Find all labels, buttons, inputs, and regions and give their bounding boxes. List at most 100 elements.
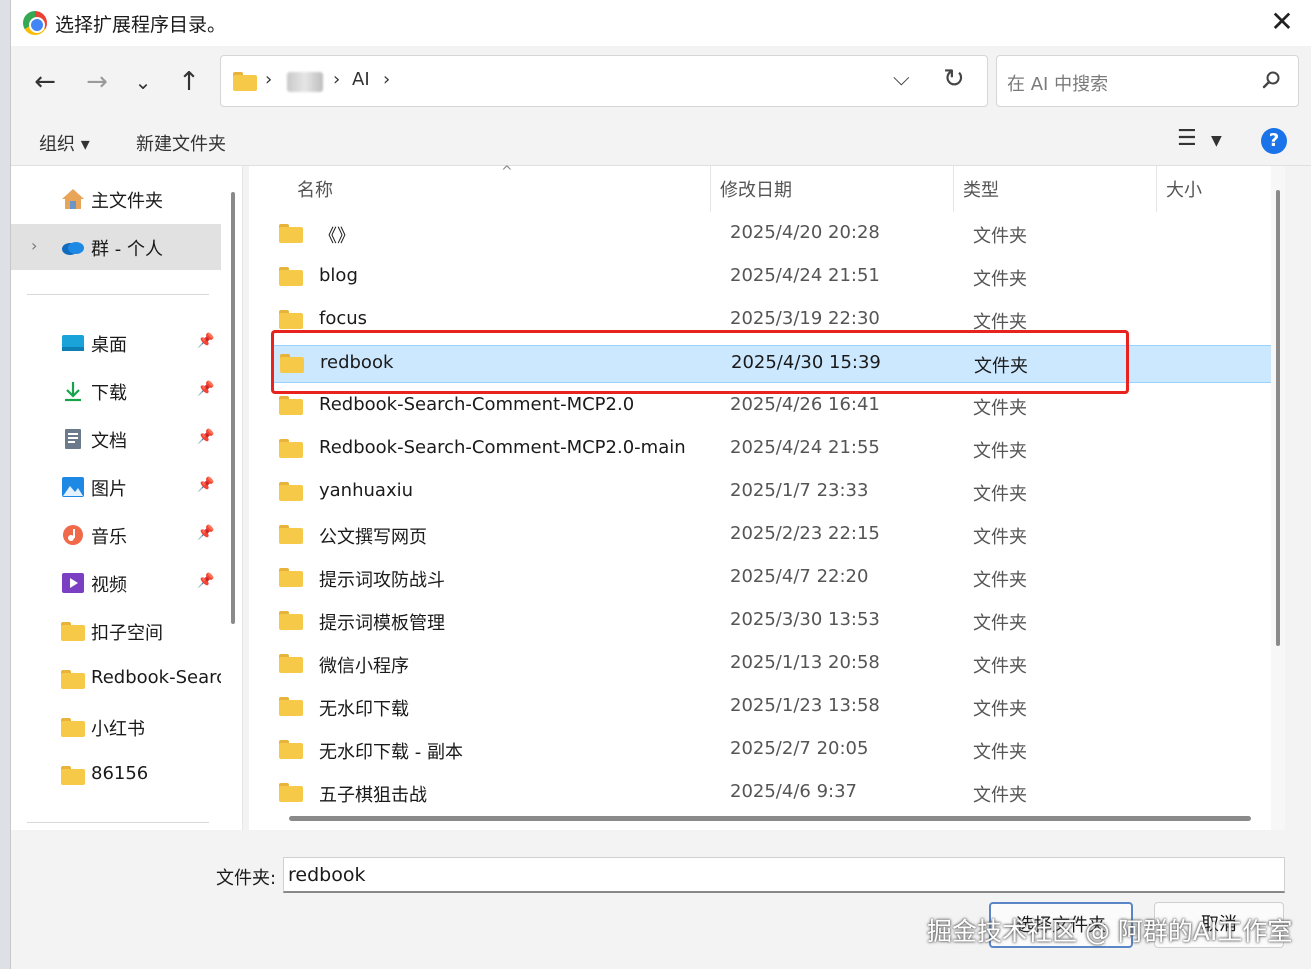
command-bar: 组织 ▾ 新建文件夹 ☰ ▼ ? bbox=[11, 118, 1311, 166]
file-type: 文件夹 bbox=[973, 398, 1027, 419]
file-type: 文件夹 bbox=[973, 269, 1027, 290]
navigation-pane: 主文件夹 › 群 - 个人 桌面 📌 下载 📌 文档 📌 图片 📌 音乐 📌 视… bbox=[11, 166, 243, 830]
folder-icon bbox=[279, 482, 303, 501]
recent-locations-chevron-icon[interactable]: ⌄ bbox=[125, 64, 161, 100]
column-separator[interactable] bbox=[953, 166, 954, 212]
file-name: focus bbox=[319, 308, 368, 329]
up-arrow-icon[interactable]: ↑ bbox=[171, 64, 207, 100]
file-row[interactable]: 提示词模板管理 2025/3/30 13:53 文件夹 bbox=[273, 603, 1285, 641]
sidebar-item-home[interactable]: 主文件夹 bbox=[11, 176, 221, 222]
file-row[interactable]: 提示词攻防战斗 2025/4/7 22:20 文件夹 bbox=[273, 560, 1285, 598]
file-name: 五子棋狙击战 bbox=[319, 785, 427, 806]
column-header-modified[interactable]: 修改日期 bbox=[720, 176, 792, 202]
file-type: 文件夹 bbox=[973, 527, 1027, 548]
sidebar-item-music[interactable]: 音乐 📌 bbox=[11, 512, 221, 558]
back-arrow-icon[interactable]: ← bbox=[27, 64, 63, 100]
vertical-scrollbar-thumb[interactable] bbox=[1276, 190, 1280, 646]
picture-icon bbox=[62, 477, 84, 497]
file-row[interactable]: 微信小程序 2025/1/13 20:58 文件夹 bbox=[273, 646, 1285, 684]
search-icon[interactable] bbox=[1262, 70, 1282, 90]
horizontal-scrollbar[interactable] bbox=[289, 816, 1251, 821]
file-type: 文件夹 bbox=[973, 742, 1027, 763]
file-picker-dialog: 选择扩展程序目录。 ✕ ← → ⌄ ↑ › › AI › ⌵ ↻ 在 AI 中搜… bbox=[10, 0, 1311, 969]
file-name: 微信小程序 bbox=[319, 656, 409, 677]
column-header-type[interactable]: 类型 bbox=[963, 176, 999, 202]
help-icon[interactable]: ? bbox=[1261, 128, 1287, 154]
folder-icon bbox=[279, 611, 303, 630]
file-row[interactable]: 无水印下载 2025/1/23 13:58 文件夹 bbox=[273, 689, 1285, 727]
pin-icon: 📌 bbox=[197, 333, 215, 349]
new-folder-button[interactable]: 新建文件夹 bbox=[136, 130, 226, 156]
sidebar-item-folder[interactable]: 扣子空间 bbox=[11, 608, 221, 654]
address-bar[interactable]: › › AI › ⌵ ↻ bbox=[220, 55, 988, 107]
file-row[interactable]: yanhuaxiu 2025/1/7 23:33 文件夹 bbox=[273, 474, 1285, 512]
file-modified-date: 2025/4/26 16:41 bbox=[730, 394, 880, 415]
file-modified-date: 2025/1/13 20:58 bbox=[730, 652, 880, 673]
file-row[interactable]: 《》 2025/4/20 20:28 文件夹 bbox=[273, 216, 1285, 254]
sidebar-item-pictures[interactable]: 图片 📌 bbox=[11, 464, 221, 510]
column-header-name[interactable]: 名称 bbox=[297, 176, 333, 202]
sidebar-item-label: Redbook-Search bbox=[91, 667, 221, 688]
window-title: 选择扩展程序目录。 bbox=[55, 14, 227, 36]
file-modified-date: 2025/1/23 13:58 bbox=[730, 695, 880, 716]
watermark-text: 掘金技术社区 @ 阿群的AI工作室 bbox=[927, 917, 1293, 946]
column-header-size[interactable]: 大小 bbox=[1166, 176, 1202, 202]
breadcrumb-current[interactable]: AI bbox=[352, 69, 370, 90]
organize-button[interactable]: 组织 ▾ bbox=[39, 130, 90, 156]
pin-icon: 📌 bbox=[197, 429, 215, 445]
sidebar-item-downloads[interactable]: 下载 📌 bbox=[11, 368, 221, 414]
file-row[interactable]: 公文撰写网页 2025/2/23 22:15 文件夹 bbox=[273, 517, 1285, 555]
address-dropdown-icon[interactable]: ⌵ bbox=[893, 66, 910, 91]
file-name: 提示词攻防战斗 bbox=[319, 570, 445, 591]
file-row[interactable]: blog 2025/4/24 21:51 文件夹 bbox=[273, 259, 1285, 297]
breadcrumb-redacted[interactable] bbox=[287, 72, 323, 92]
sidebar-item-label: 扣子空间 bbox=[91, 623, 163, 644]
file-list: ^ 名称 修改日期 类型 大小 《》 2025/4/20 20:28 文件夹 blog… bbox=[249, 164, 1285, 830]
file-modified-date: 2025/4/24 21:55 bbox=[730, 437, 880, 458]
refresh-icon[interactable]: ↻ bbox=[943, 64, 965, 94]
sidebar-item-label: 主文件夹 bbox=[91, 191, 163, 212]
close-button[interactable]: ✕ bbox=[1267, 8, 1297, 38]
folder-icon bbox=[233, 72, 257, 91]
file-row[interactable]: 无水印下载 - 副本 2025/2/7 20:05 文件夹 bbox=[273, 732, 1285, 770]
file-row[interactable]: Redbook-Search-Comment-MCP2.0-main 2025/4… bbox=[273, 431, 1285, 469]
file-modified-date: 2025/2/7 20:05 bbox=[730, 738, 869, 759]
sidebar-item-videos[interactable]: 视频 📌 bbox=[11, 560, 221, 606]
folder-name-input[interactable] bbox=[283, 857, 1285, 893]
file-name: 《》 bbox=[319, 226, 355, 247]
column-separator[interactable] bbox=[710, 166, 711, 212]
title-bar: 选择扩展程序目录。 ✕ bbox=[11, 0, 1311, 46]
sidebar-scrollbar[interactable] bbox=[231, 192, 235, 624]
sidebar-item-label: 群 - 个人 bbox=[91, 239, 163, 260]
navigation-bar: ← → ⌄ ↑ › › AI › ⌵ ↻ 在 AI 中搜索 bbox=[11, 46, 1311, 118]
folder-icon bbox=[279, 439, 303, 458]
folder-icon bbox=[279, 396, 303, 415]
file-name: Redbook-Search-Comment-MCP2.0 bbox=[319, 394, 635, 415]
breadcrumb-chevron-icon[interactable]: › bbox=[383, 69, 390, 90]
expand-chevron-icon[interactable]: › bbox=[31, 236, 37, 255]
sidebar-item-folder[interactable]: Redbook-Search bbox=[11, 656, 221, 702]
video-icon bbox=[62, 573, 84, 593]
background-strip bbox=[0, 0, 10, 969]
file-modified-date: 2025/1/7 23:33 bbox=[730, 480, 869, 501]
view-options-icon[interactable]: ☰ bbox=[1177, 126, 1197, 151]
forward-arrow-icon[interactable]: → bbox=[79, 64, 115, 100]
vertical-scrollbar[interactable] bbox=[1271, 166, 1285, 830]
search-input[interactable]: 在 AI 中搜索 bbox=[1007, 70, 1108, 96]
column-separator[interactable] bbox=[1156, 166, 1157, 212]
sidebar-item-documents[interactable]: 文档 📌 bbox=[11, 416, 221, 462]
download-icon bbox=[65, 382, 81, 402]
search-box[interactable]: 在 AI 中搜索 bbox=[996, 55, 1299, 107]
file-type: 文件夹 bbox=[973, 699, 1027, 720]
sidebar-item-onedrive[interactable]: › 群 - 个人 bbox=[11, 224, 221, 270]
sidebar-item-desktop[interactable]: 桌面 📌 bbox=[11, 320, 221, 366]
sidebar-item-folder[interactable]: 小红书 bbox=[11, 704, 221, 750]
view-dropdown-icon[interactable]: ▼ bbox=[1211, 133, 1222, 149]
file-type: 文件夹 bbox=[973, 656, 1027, 677]
file-modified-date: 2025/3/19 22:30 bbox=[730, 308, 880, 329]
sidebar-item-folder[interactable]: 86156 bbox=[11, 752, 221, 798]
folder-icon bbox=[279, 568, 303, 587]
file-modified-date: 2025/4/7 22:20 bbox=[730, 566, 869, 587]
desktop-icon bbox=[62, 335, 84, 351]
file-row[interactable]: 五子棋狙击战 2025/4/6 9:37 文件夹 bbox=[273, 775, 1285, 813]
